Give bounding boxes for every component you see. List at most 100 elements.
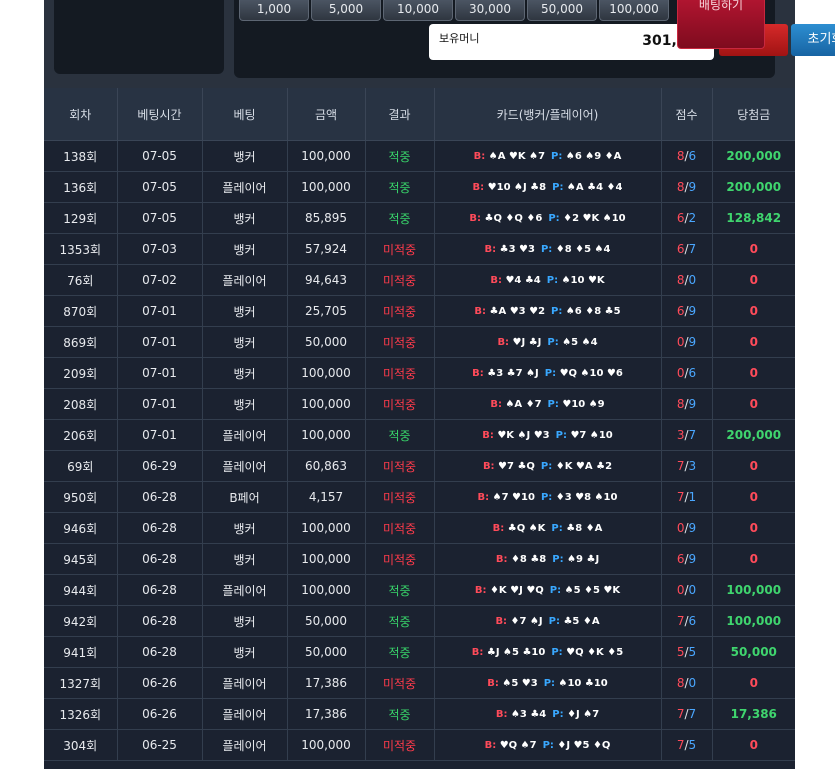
round-cell: 950회 [44,481,118,513]
bet-type-cell: 뱅커 [202,636,288,668]
cards-cell: B: ♣3 ♣7 ♠J P: ♥Q ♠10 ♥6 [434,357,662,389]
player-cards: ♠6 ♠9 ♦A [565,150,622,162]
banker-cards: ♥K ♠J ♥3 [497,429,550,441]
chip-100000-button[interactable]: 100,000 [599,0,669,21]
bet-type-cell: 플레이어 [202,264,288,296]
payout-cell: 0 [712,264,795,296]
table-row: 870회 07-01 뱅커 25,705 미적중 B: ♣A ♥3 ♥2 P: ♠6 ♦8 … [44,295,795,327]
result-cell: 적중 [365,171,435,203]
bet-history-table: 회차 베팅시간 베팅 금액 결과 카드(뱅커/플레이어) 점수 당첨금 138회… [44,88,795,761]
cards-cell: B: ♦8 ♣8 P: ♠9 ♣J [434,543,662,575]
player-cards: ♠5 ♦5 ♥K [564,584,621,596]
table-row: 1327회 06-26 플레이어 17,386 미적중 B: ♠5 ♥3 P: ♠10 ♣1… [44,667,795,699]
banker-cards-prefix: B: [472,367,488,379]
bet-type-cell: 플레이어 [202,450,288,482]
cards-cell: B: ♥4 ♣4 P: ♠10 ♥K [434,264,662,296]
banker-cards: ♣Q ♦Q ♦6 [484,212,543,224]
table-row: 941회 06-28 뱅커 50,000 적중 B: ♣J ♠5 ♣10 P: ♥Q ♦K … [44,636,795,668]
player-cards-prefix: P: [552,181,567,193]
betting-history-panel: 1,000 5,000 10,000 30,000 50,000 100,000… [44,0,835,769]
bet-type-cell: 뱅커 [202,543,288,575]
table-row: 942회 06-28 뱅커 50,000 적중 B: ♦7 ♠J P: ♣5 ♦A 7/6 10… [44,605,795,637]
round-cell: 129회 [44,202,118,234]
table-row: 208회 07-01 뱅커 100,000 미적중 B: ♠A ♦7 P: ♥10 ♠9 8/… [44,388,795,420]
bet-time-cell: 07-05 [117,171,203,203]
bet-type-cell: 뱅커 [202,326,288,358]
player-cards-prefix: P: [548,615,564,627]
player-cards-prefix: P: [547,398,563,410]
payout-cell: 0 [712,481,795,513]
result-cell: 미적중 [365,326,435,358]
score-cell: 6/9 [661,295,713,327]
banker-cards-prefix: B: [482,460,499,472]
round-cell: 941회 [44,636,118,668]
amount-cell: 85,895 [287,202,366,234]
chip-1000-button[interactable]: 1,000 [239,0,309,21]
result-cell: 미적중 [365,481,435,513]
payout-cell: 0 [712,450,795,482]
bet-type-cell: 플레이어 [202,419,288,451]
player-cards-prefix: P: [551,305,566,317]
table-row: 136회 07-05 플레이어 100,000 적중 B: ♥10 ♠J ♣8 P: ♠A … [44,171,795,203]
bet-time-cell: 07-01 [117,295,203,327]
score-cell: 7/5 [661,729,713,761]
bet-time-cell: 07-05 [117,140,203,172]
chip-50000-button[interactable]: 50,000 [527,0,597,21]
player-score: 0 [688,676,697,690]
player-cards-prefix: P: [551,522,567,534]
banker-cards: ♠A ♦7 [505,398,542,410]
amount-cell: 17,386 [287,698,366,730]
banker-cards-prefix: B: [474,584,490,596]
bet-time-cell: 06-28 [117,574,203,606]
cards-cell: B: ♦7 ♠J P: ♣5 ♦A [434,605,662,637]
round-cell: 1327회 [44,667,118,699]
payout-cell: 0 [712,729,795,761]
score-cell: 7/1 [661,481,713,513]
side-panel [54,0,224,74]
payout-cell: 0 [712,388,795,420]
round-cell: 869회 [44,326,118,358]
player-score: 6 [688,149,697,163]
bet-time-cell: 06-28 [117,605,203,637]
banker-cards-prefix: B: [472,181,488,193]
result-cell: 미적중 [365,729,435,761]
cards-cell: B: ♣3 ♥3 P: ♦8 ♦5 ♠4 [434,233,662,265]
banker-cards: ♥7 ♣Q [498,460,535,472]
chip-30000-button[interactable]: 30,000 [455,0,525,21]
banker-cards: ♦7 ♠J [510,615,543,627]
round-cell: 945회 [44,543,118,575]
chip-10000-button[interactable]: 10,000 [383,0,453,21]
place-bet-button[interactable]: 배팅하기 [677,0,765,49]
banker-cards: ♠3 ♣4 [510,708,547,720]
score-cell: 0/0 [661,574,713,606]
player-score: 3 [688,459,697,473]
chip-5000-button[interactable]: 5,000 [311,0,381,21]
player-cards: ♦J ♥5 ♦Q [557,739,611,751]
cards-cell: B: ♣Q ♠K P: ♣8 ♦A [434,512,662,544]
bet-type-cell: 뱅커 [202,233,288,265]
player-cards: ♠9 ♣J [567,553,600,565]
bet-type-cell: 플레이어 [202,667,288,699]
player-cards-prefix: P: [544,367,560,379]
amount-cell: 100,000 [287,357,366,389]
header-round: 회차 [44,88,118,141]
reset-button[interactable]: 초기화 [791,24,835,56]
table-header-row: 회차 베팅시간 베팅 금액 결과 카드(뱅커/플레이어) 점수 당첨금 [44,88,795,141]
banker-cards-prefix: B: [495,553,511,565]
bet-time-cell: 07-01 [117,357,203,389]
score-cell: 7/3 [661,450,713,482]
player-cards-prefix: P: [540,243,556,255]
player-cards-prefix: P: [555,429,571,441]
round-cell: 208회 [44,388,118,420]
amount-cell: 100,000 [287,512,366,544]
round-cell: 209회 [44,357,118,389]
banker-cards: ♠5 ♥3 [502,677,538,689]
header-cards: 카드(뱅커/플레이어) [434,88,662,141]
bet-time-cell: 07-03 [117,233,203,265]
player-score: 9 [688,552,697,566]
banker-cards-prefix: B: [477,491,493,503]
amount-cell: 60,863 [287,450,366,482]
bet-type-cell: 플레이어 [202,698,288,730]
cards-cell: B: ♣J ♠5 ♣10 P: ♥Q ♦K ♦5 [434,636,662,668]
banker-cards: ♦8 ♣8 [510,553,547,565]
